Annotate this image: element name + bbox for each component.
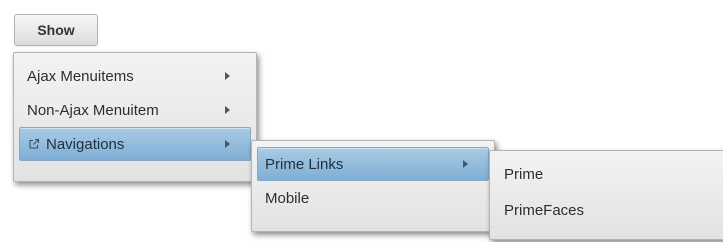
menuitem-navigations[interactable]: Navigations xyxy=(19,127,251,161)
menuitem-label: Navigations xyxy=(46,135,125,153)
menuitem-primefaces[interactable]: PrimeFaces xyxy=(495,192,723,228)
menuitem-label: Non-Ajax Menuitem xyxy=(27,101,159,119)
root-menu: Ajax Menuitems Non-Ajax Menuitem Navigat… xyxy=(13,52,257,182)
menuitem-label: Prime xyxy=(504,165,544,183)
menuitem-label: PrimeFaces xyxy=(504,201,585,219)
show-button[interactable]: Show xyxy=(14,14,98,46)
menuitem-label: Ajax Menuitems xyxy=(27,67,134,85)
menuitem-label: Mobile xyxy=(265,189,310,207)
submenu-arrow-icon xyxy=(225,72,230,80)
menuitem-prime-links[interactable]: Prime Links xyxy=(257,147,489,181)
submenu-arrow-icon xyxy=(225,106,230,114)
menuitem-prime[interactable]: Prime xyxy=(495,156,723,192)
external-link-icon xyxy=(29,138,40,149)
tiered-menu-demo: Show Ajax Menuitems Non-Ajax Menuitem Na… xyxy=(0,0,723,242)
menuitem-mobile[interactable]: Mobile xyxy=(257,181,489,215)
show-button-label: Show xyxy=(37,22,75,38)
menuitem-ajax-menuitems[interactable]: Ajax Menuitems xyxy=(19,59,251,93)
menuitem-non-ajax-menuitem[interactable]: Non-Ajax Menuitem xyxy=(19,93,251,127)
navigations-submenu: Prime Links Mobile xyxy=(251,140,495,232)
menuitem-label: Prime Links xyxy=(265,155,344,173)
submenu-arrow-icon xyxy=(463,160,468,168)
prime-links-submenu: Prime PrimeFaces xyxy=(489,150,723,240)
submenu-arrow-icon xyxy=(225,140,230,148)
